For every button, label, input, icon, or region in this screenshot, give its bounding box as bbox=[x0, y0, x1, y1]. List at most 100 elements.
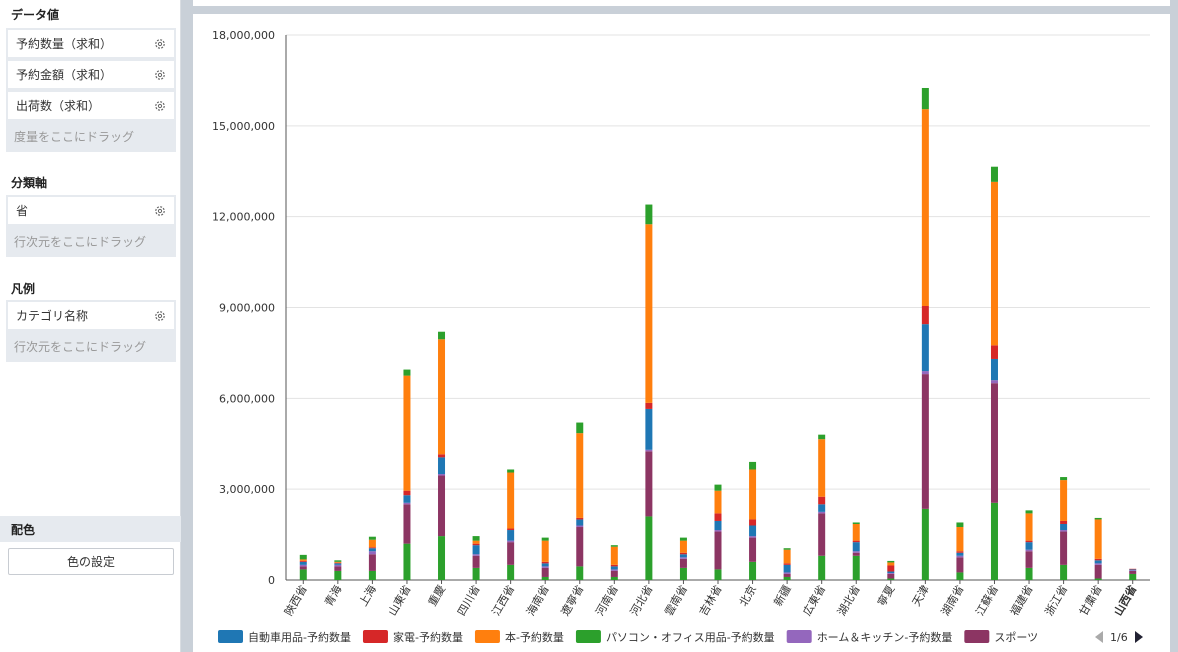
x-tick-label: 重慶 bbox=[425, 583, 448, 609]
gear-icon[interactable] bbox=[154, 69, 166, 81]
bar-segment bbox=[403, 495, 411, 503]
bar-segment bbox=[299, 569, 307, 580]
bar-segment bbox=[403, 504, 411, 544]
bar-segment bbox=[818, 434, 826, 440]
x-tick-label: 北京 bbox=[736, 583, 759, 609]
bar-segment bbox=[1094, 558, 1102, 561]
legend-dropzone[interactable]: カテゴリ名称 行次元をここにドラッグ bbox=[6, 300, 176, 362]
field-shipment-qty[interactable]: 出荷数（求和） bbox=[8, 92, 174, 119]
bar-segment bbox=[714, 520, 722, 531]
x-tick-label: 湖北省 bbox=[835, 583, 863, 618]
bar-segment bbox=[714, 490, 722, 514]
bar-segment bbox=[714, 484, 722, 491]
bar-segment bbox=[1094, 578, 1102, 580]
bar-segment bbox=[645, 402, 653, 409]
bar-segment bbox=[334, 570, 342, 580]
bar-segment bbox=[1129, 573, 1137, 580]
category-axis-dropzone[interactable]: 省 行次元をここにドラッグ bbox=[6, 195, 176, 257]
bar-segment bbox=[645, 408, 653, 450]
color-section-title: 配色 bbox=[0, 516, 181, 542]
x-tick-label: 青海 bbox=[321, 583, 344, 609]
bar-segment bbox=[507, 542, 515, 565]
bar-segment bbox=[541, 563, 549, 567]
gear-icon[interactable] bbox=[154, 205, 166, 217]
bar-segment bbox=[403, 543, 411, 580]
legend-label: 本-予約数量 bbox=[505, 630, 564, 644]
field-reservation-amount[interactable]: 予約金額（求和） bbox=[8, 61, 174, 88]
bar-segment bbox=[541, 540, 549, 562]
bar-segment bbox=[472, 567, 480, 580]
category-axis-title: 分類軸 bbox=[11, 176, 48, 190]
bar-segment bbox=[818, 496, 826, 505]
bar-segment bbox=[334, 560, 342, 562]
bar-segment bbox=[541, 566, 549, 568]
bar-segment bbox=[507, 540, 515, 543]
bar-segment bbox=[783, 548, 791, 550]
bar-segment bbox=[1025, 510, 1033, 514]
bar-segment bbox=[921, 371, 929, 375]
x-tick-label: 海南省 bbox=[523, 583, 552, 619]
bar-segment bbox=[299, 564, 307, 567]
bar-segment bbox=[1060, 480, 1068, 521]
gear-icon[interactable] bbox=[154, 100, 166, 112]
bar-segment bbox=[368, 539, 376, 548]
data-values-dropzone[interactable]: 予約数量（求和） 予約金額（求和） 出荷数（求和） 度量をここにドラッグ bbox=[6, 28, 176, 152]
y-tick-label: 6,000,000 bbox=[219, 392, 275, 405]
bar-segment bbox=[1025, 549, 1033, 552]
bar-segment bbox=[783, 563, 791, 565]
next-page-icon[interactable] bbox=[1135, 631, 1143, 643]
data-values-title: データ値 bbox=[11, 8, 60, 22]
bar-segment bbox=[749, 461, 757, 470]
bar-segment bbox=[472, 555, 480, 568]
bar-segment bbox=[299, 560, 307, 562]
bar-segment bbox=[887, 562, 895, 566]
bar-segment bbox=[990, 502, 998, 580]
bar-segment bbox=[368, 554, 376, 571]
prev-page-icon[interactable] bbox=[1095, 631, 1103, 643]
x-tick-label: 新疆 bbox=[771, 583, 794, 609]
legend-swatch bbox=[575, 630, 601, 643]
bar-segment bbox=[783, 564, 791, 573]
y-tick-label: 9,000,000 bbox=[219, 302, 275, 315]
color-settings-button[interactable]: 色の設定 bbox=[8, 548, 174, 575]
bar-segment bbox=[1094, 564, 1102, 579]
field-label: 省 bbox=[16, 204, 29, 218]
bar-segment bbox=[749, 469, 757, 520]
bar-segment bbox=[714, 569, 722, 580]
bar-segment bbox=[334, 561, 342, 563]
bar-segment bbox=[1060, 520, 1068, 524]
bar-segment bbox=[1060, 477, 1068, 481]
top-panel-strip bbox=[193, 0, 1170, 6]
bar-segment bbox=[887, 560, 895, 563]
drop-hint: 行次元をここにドラッグ bbox=[14, 235, 147, 249]
bar-segment bbox=[610, 545, 618, 547]
bar-segment bbox=[610, 566, 618, 570]
field-category-name[interactable]: カテゴリ名称 bbox=[8, 302, 174, 329]
bar-segment bbox=[921, 109, 929, 306]
field-province[interactable]: 省 bbox=[8, 197, 174, 224]
field-label: 予約数量（求和） bbox=[16, 37, 113, 51]
bar-segment bbox=[679, 537, 687, 541]
bar-segment bbox=[852, 542, 860, 552]
bar-segment bbox=[507, 472, 515, 529]
bar-segment bbox=[887, 565, 895, 572]
legend-label: パソコン・オフィス用品-予約数量 bbox=[606, 630, 775, 644]
bar-segment bbox=[368, 548, 376, 552]
x-tick-label: 陝西省 bbox=[282, 583, 310, 618]
bar-segment bbox=[1025, 540, 1033, 543]
legend-swatch bbox=[474, 630, 500, 643]
bar-segment bbox=[610, 576, 618, 580]
bar-segment bbox=[645, 224, 653, 403]
bar-segment bbox=[921, 324, 929, 372]
bar-segment bbox=[921, 374, 929, 509]
gear-icon[interactable] bbox=[154, 310, 166, 322]
y-tick-label: 12,000,000 bbox=[212, 211, 275, 224]
field-settings-panel: データ値 予約数量（求和） 予約金額（求和） 出荷数（求和） 度量をここにドラッ… bbox=[0, 0, 181, 652]
field-reservation-qty[interactable]: 予約数量（求和） bbox=[8, 30, 174, 57]
legend-swatch bbox=[786, 630, 812, 643]
bar-segment bbox=[956, 551, 964, 553]
x-tick-label: 雲南省 bbox=[662, 583, 690, 618]
bar-segment bbox=[299, 554, 307, 560]
gear-icon[interactable] bbox=[154, 38, 166, 50]
x-tick-label: 河北省 bbox=[628, 583, 656, 618]
